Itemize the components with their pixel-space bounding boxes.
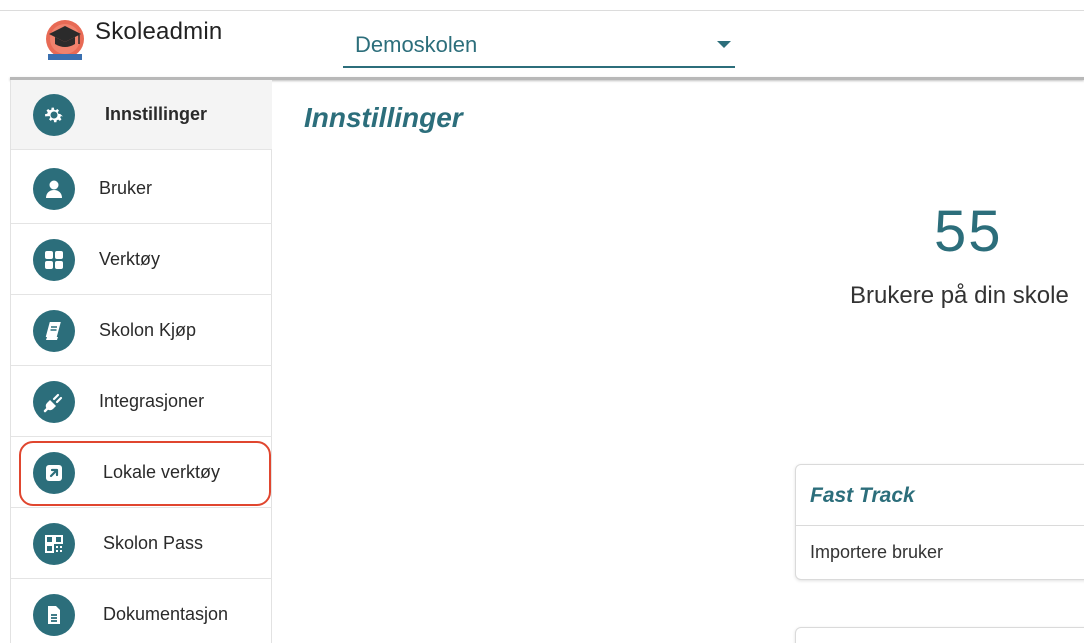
sidebar-item-innstillinger[interactable]: Innstillinger — [11, 80, 272, 150]
sidebar-item-skolon-kjop[interactable]: Skolon Kjøp — [11, 296, 272, 366]
sidebar-item-label: Verktøy — [99, 249, 161, 269]
sidebar-item-label: Lokale verktøy — [103, 462, 221, 482]
fast-track-card-header: Fast Track — [796, 465, 1084, 526]
sidebar-item-label: Integrasjoner — [99, 391, 205, 411]
sidebar-item-lokale-verktoy[interactable]: Lokale verktøy — [11, 438, 272, 508]
secondary-card — [795, 627, 1084, 643]
qr-code-icon — [33, 523, 75, 565]
page-title: Innstillinger — [304, 102, 463, 133]
sidebar-item-label: Dokumentasjon — [103, 604, 229, 624]
sidebar-item-bruker[interactable]: Bruker — [11, 154, 272, 224]
caret-down-icon — [717, 41, 731, 48]
user-count-label: Brukere på din skole — [850, 282, 1069, 309]
grid-icon — [33, 239, 75, 281]
sidebar-item-dokumentasjon[interactable]: Dokumentasjon — [11, 580, 272, 643]
external-link-icon — [33, 452, 75, 494]
sidebar-item-label: Innstillinger — [105, 104, 208, 124]
user-icon — [33, 168, 75, 210]
school-select-value: Demoskolen — [355, 32, 478, 57]
import-users-link[interactable]: Importere bruker — [810, 542, 943, 563]
sidebar-item-label: Skolon Pass — [103, 533, 204, 553]
plug-icon — [33, 381, 75, 423]
sidebar-item-label: Skolon Kjøp — [99, 320, 197, 340]
school-select[interactable]: Demoskolen — [343, 22, 735, 68]
sidebar-item-label: Bruker — [99, 178, 153, 198]
sidebar: Innstillinger Bruker Verktøy Skolon Kjøp… — [10, 80, 272, 643]
sidebar-item-skolon-pass[interactable]: Skolon Pass — [11, 509, 272, 579]
book-icon — [33, 310, 75, 352]
fast-track-title: Fast Track — [810, 484, 915, 507]
user-count: 55 — [934, 199, 1003, 264]
gear-icon — [33, 94, 75, 136]
app-title: Skoleadmin — [95, 18, 223, 45]
sidebar-item-integrasjoner[interactable]: Integrasjoner — [11, 367, 272, 437]
sidebar-item-verktoy[interactable]: Verktøy — [11, 225, 272, 295]
document-icon — [33, 594, 75, 636]
fast-track-card: Fast Track Importere bruker — [795, 464, 1084, 580]
school-logo — [46, 20, 84, 60]
